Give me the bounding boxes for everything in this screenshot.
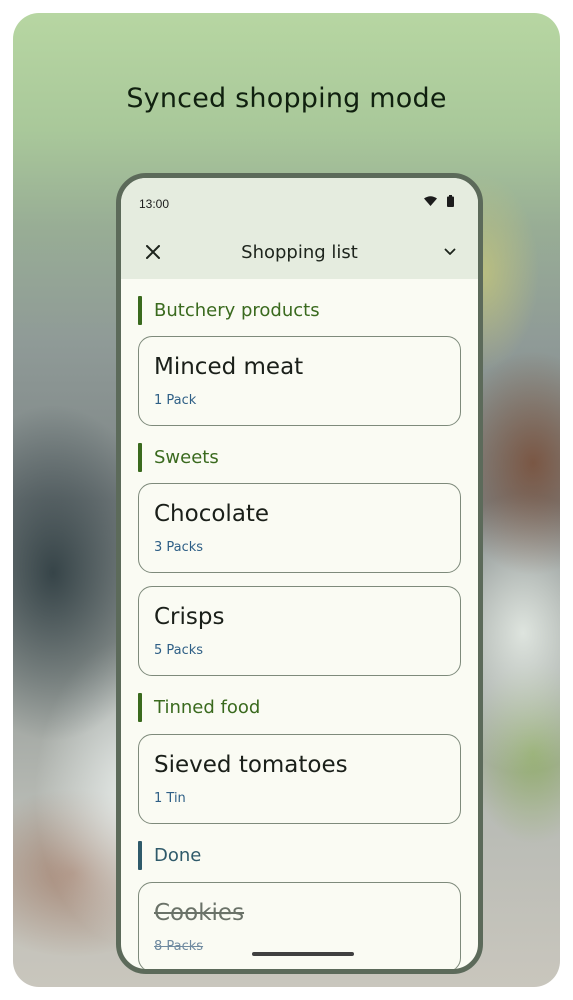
section-title: Sweets <box>154 446 219 468</box>
item-name: Sieved tomatoes <box>154 752 348 778</box>
list-item[interactable]: Minced meat 1 Pack <box>138 336 461 426</box>
battery-icon <box>447 195 454 207</box>
promo-card: Synced shopping mode 13:00 Shopping list <box>13 13 560 987</box>
home-indicator[interactable] <box>252 952 354 956</box>
chevron-down-icon <box>444 248 456 255</box>
item-quantity: 1 Pack <box>154 393 197 408</box>
section-accent-bar <box>138 692 142 722</box>
section-title: Tinned food <box>154 696 261 718</box>
list-item[interactable]: Sieved tomatoes 1 Tin <box>138 734 461 824</box>
expand-button[interactable] <box>438 240 462 264</box>
close-button[interactable] <box>141 240 165 264</box>
section-header-tinned: Tinned food <box>138 692 260 722</box>
list-item[interactable]: Chocolate 3 Packs <box>138 483 461 573</box>
phone-frame: 13:00 Shopping list Butchery products Mi… <box>116 173 483 974</box>
item-quantity: 8 Packs <box>154 939 204 954</box>
shopping-list: Butchery products Minced meat 1 Pack Swe… <box>121 279 478 969</box>
section-accent-bar <box>138 442 142 472</box>
close-icon <box>146 245 160 259</box>
status-icons <box>424 195 454 207</box>
item-quantity: 3 Packs <box>154 540 204 555</box>
list-item[interactable]: Crisps 5 Packs <box>138 586 461 676</box>
wifi-icon <box>424 196 437 206</box>
status-time: 13:00 <box>139 197 170 211</box>
status-bar: 13:00 <box>121 178 478 228</box>
item-name: Crisps <box>154 604 225 630</box>
page-title: Shopping list <box>241 242 358 263</box>
item-quantity: 1 Tin <box>154 791 186 806</box>
section-accent-bar <box>138 840 142 870</box>
section-header-butchery: Butchery products <box>138 295 320 325</box>
item-name: Chocolate <box>154 501 270 527</box>
headline: Synced shopping mode <box>126 83 447 114</box>
section-header-done: Done <box>138 840 201 870</box>
section-accent-bar <box>138 295 142 325</box>
app-bar: Shopping list <box>121 228 478 279</box>
section-title: Done <box>154 844 202 866</box>
item-name: Cookies <box>154 900 245 926</box>
section-title: Butchery products <box>154 299 320 321</box>
item-name: Minced meat <box>154 354 304 380</box>
section-header-sweets: Sweets <box>138 442 219 472</box>
item-quantity: 5 Packs <box>154 643 204 658</box>
